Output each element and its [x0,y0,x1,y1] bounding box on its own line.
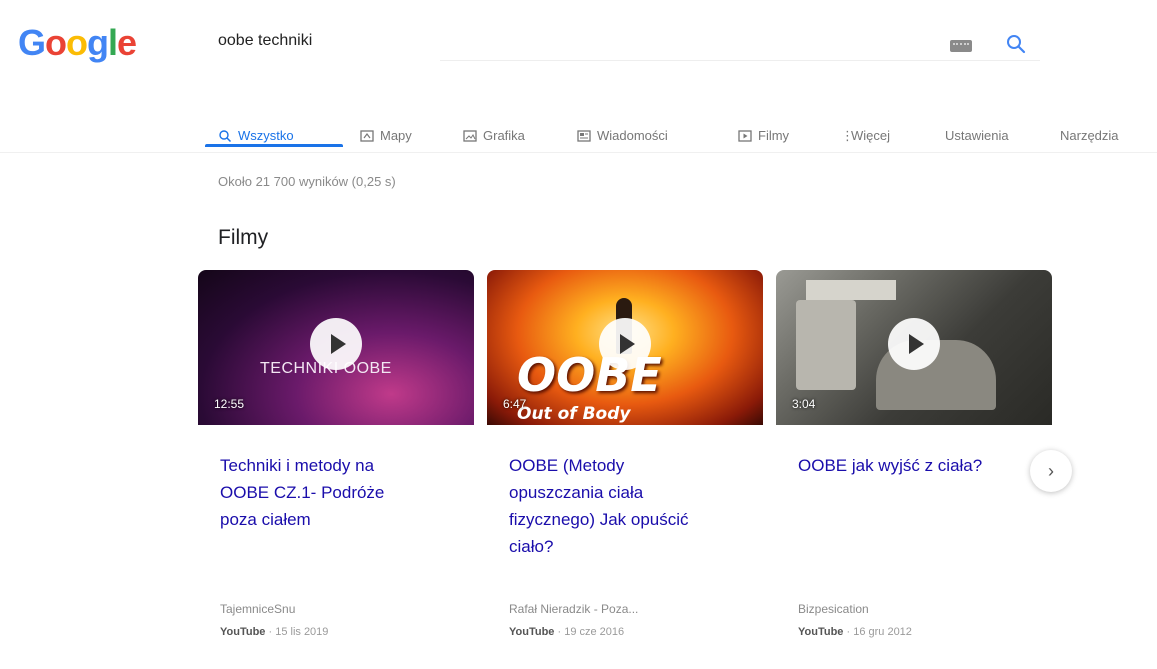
play-icon[interactable] [888,318,940,371]
logo-letter: e [117,22,137,63]
video-channel: Rafał Nieradzik - Poza... [509,602,639,616]
chevron-right-icon: › [1048,460,1054,481]
video-thumbnail[interactable]: OOBE Out of Body 6:47 [487,270,763,425]
thumbnail-subtext: Out of Body [517,404,631,424]
tab-images[interactable]: Grafika [463,128,525,143]
video-meta: YouTube · 16 gru 2012 [798,626,912,638]
tabs-divider [0,152,1157,153]
tab-maps[interactable]: Mapy [360,128,412,143]
video-source: YouTube [509,626,555,638]
google-logo[interactable]: Google [18,22,137,64]
play-icon[interactable] [310,318,362,371]
video-card[interactable]: OOBE Out of Body 6:47 OOBE (Metody opusz… [487,270,763,669]
play-icon[interactable] [599,318,651,371]
tab-label: Narzędzia [1060,128,1119,143]
video-title-link[interactable]: OOBE (Metody opuszczania ciała fizyczneg… [509,452,709,560]
video-meta: YouTube · 19 cze 2016 [509,626,625,638]
logo-letter: G [18,22,46,63]
video-thumbnail[interactable]: TECHNIKI OOBE 12:55 [198,270,474,425]
video-date: 15 lis 2019 [275,626,329,638]
tab-label: Grafika [483,128,525,143]
video-thumbnail[interactable]: 3:04 [776,270,1052,425]
active-tab-indicator [205,144,343,147]
section-title: Filmy [218,226,269,249]
logo-letter: o [45,22,67,63]
tab-settings[interactable]: Ustawienia [945,128,1009,143]
search-icon[interactable] [1004,32,1028,56]
logo-letter: o [66,22,88,63]
video-meta: YouTube · 15 lis 2019 [220,626,329,638]
video-duration: 12:55 [214,397,245,411]
tab-label: Ustawienia [945,128,1009,143]
video-channel: TajemniceSnu [220,602,296,616]
video-date: 19 cze 2016 [564,626,625,638]
keyboard-icon[interactable] [950,40,972,52]
tab-all[interactable]: Wszystko [218,128,294,143]
video-duration: 6:47 [503,397,527,411]
tab-label: Filmy [758,128,790,143]
tab-label: Wszystko [238,128,294,143]
video-source: YouTube [798,626,844,638]
video-source: YouTube [220,626,266,638]
tab-label: Mapy [380,128,412,143]
video-channel: Bizpesication [798,602,869,616]
search-icon [219,129,232,142]
video-card[interactable]: TECHNIKI OOBE 12:55 Techniki i metody na… [198,270,474,669]
results-stats: Około 21 700 wyników (0,25 s) [218,174,396,189]
video-title-link[interactable]: Techniki i metody na OOBE CZ.1- Podróże … [220,452,420,533]
search-box[interactable]: oobe techniki [198,12,1038,74]
search-input[interactable]: oobe techniki [218,32,312,50]
carousel-next-button[interactable]: › [1030,450,1072,492]
news-icon [577,129,591,142]
more-icon: ⋮ [841,127,854,143]
video-card[interactable]: 3:04 OOBE jak wyjść z ciała? Bizpesicati… [776,270,1052,669]
tab-videos[interactable]: Filmy [738,128,789,143]
video-icon [738,129,752,142]
search-box-underline [440,60,1040,61]
thumbnail-shape [806,280,896,300]
tab-more[interactable]: ⋮ Więcej [841,128,890,143]
tab-label: Wiadomości [597,128,668,143]
map-icon [360,129,374,142]
video-duration: 3:04 [792,397,816,411]
tab-tools[interactable]: Narzędzia [1060,128,1119,143]
image-icon [463,129,477,142]
tab-news[interactable]: Wiadomości [577,128,668,143]
thumbnail-shape [796,300,856,390]
video-title-link[interactable]: OOBE jak wyjść z ciała? [798,452,998,479]
logo-letter: g [87,22,109,63]
logo-letter: l [108,22,118,63]
tab-label: Więcej [851,128,891,143]
video-date: 16 gru 2012 [853,626,912,638]
